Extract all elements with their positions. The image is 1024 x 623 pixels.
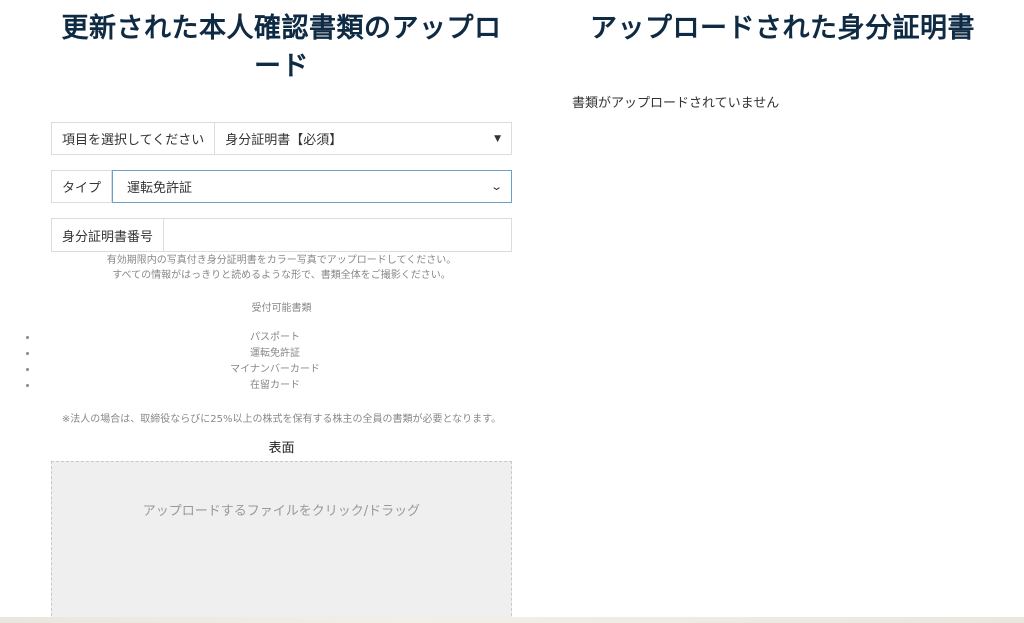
bottom-strip <box>0 617 1024 623</box>
id-number-field[interactable]: 身分証明書番号 <box>51 218 512 252</box>
list-item: マイナンバーカード <box>38 362 512 378</box>
uploaded-section-title: アップロードされた身分証明書 <box>590 13 975 44</box>
category-selected-text: 身分証明書【必須】 <box>225 133 343 148</box>
helper-line-1: 有効期限内の写真付き身分証明書をカラー写真でアップロードしてください。 <box>106 255 457 266</box>
type-select[interactable]: タイプ 運転免許証 ⌄ <box>51 170 512 203</box>
type-select-value[interactable]: 運転免許証 ⌄ <box>112 170 512 203</box>
upload-section: 更新された本人確認書類のアップロード 項目を選択してください 身分証明書【必須】… <box>51 0 512 621</box>
category-select-value[interactable]: 身分証明書【必須】 ▼ <box>215 123 511 154</box>
chevron-down-icon: ⌄ <box>489 180 503 193</box>
upload-section-title: 更新された本人確認書類のアップロード <box>61 13 502 82</box>
front-side-label: 表面 <box>268 441 295 456</box>
file-dropzone[interactable]: アップロードするファイルをクリック/ドラッグ <box>51 461 512 621</box>
category-select[interactable]: 項目を選択してください 身分証明書【必須】 ▼ <box>51 122 512 155</box>
list-item: 運転免許証 <box>38 346 512 362</box>
id-number-label: 身分証明書番号 <box>52 219 165 251</box>
caret-down-icon: ▼ <box>494 133 501 144</box>
accepted-docs-title: 受付可能書類 <box>251 303 312 314</box>
category-label: 項目を選択してください <box>52 123 216 154</box>
helper-text: 有効期限内の写真付き身分証明書をカラー写真でアップロードしてください。 すべての… <box>51 253 512 283</box>
helper-line-2: すべての情報がはっきりと読めるような形で、書類全体をご撮影ください。 <box>112 270 451 281</box>
accepted-docs-list: パスポート 運転免許証 マイナンバーカード 在留カード <box>38 330 512 394</box>
list-item: 在留カード <box>38 378 512 394</box>
corporate-note: ※法人の場合は、取締役ならびに25%以上の株式を保有する株主の全員の書類が必要と… <box>61 414 502 425</box>
type-label: タイプ <box>52 171 113 202</box>
type-selected-text: 運転免許証 <box>127 181 193 196</box>
no-documents-message: 書類がアップロードされていません <box>572 96 780 111</box>
id-number-input[interactable] <box>164 219 511 251</box>
dropzone-text: アップロードするファイルをクリック/ドラッグ <box>142 504 421 519</box>
uploaded-section: アップロードされた身分証明書 書類がアップロードされていません <box>572 0 1012 111</box>
list-item: パスポート <box>38 330 512 346</box>
page: 更新された本人確認書類のアップロード 項目を選択してください 身分証明書【必須】… <box>0 0 1024 623</box>
